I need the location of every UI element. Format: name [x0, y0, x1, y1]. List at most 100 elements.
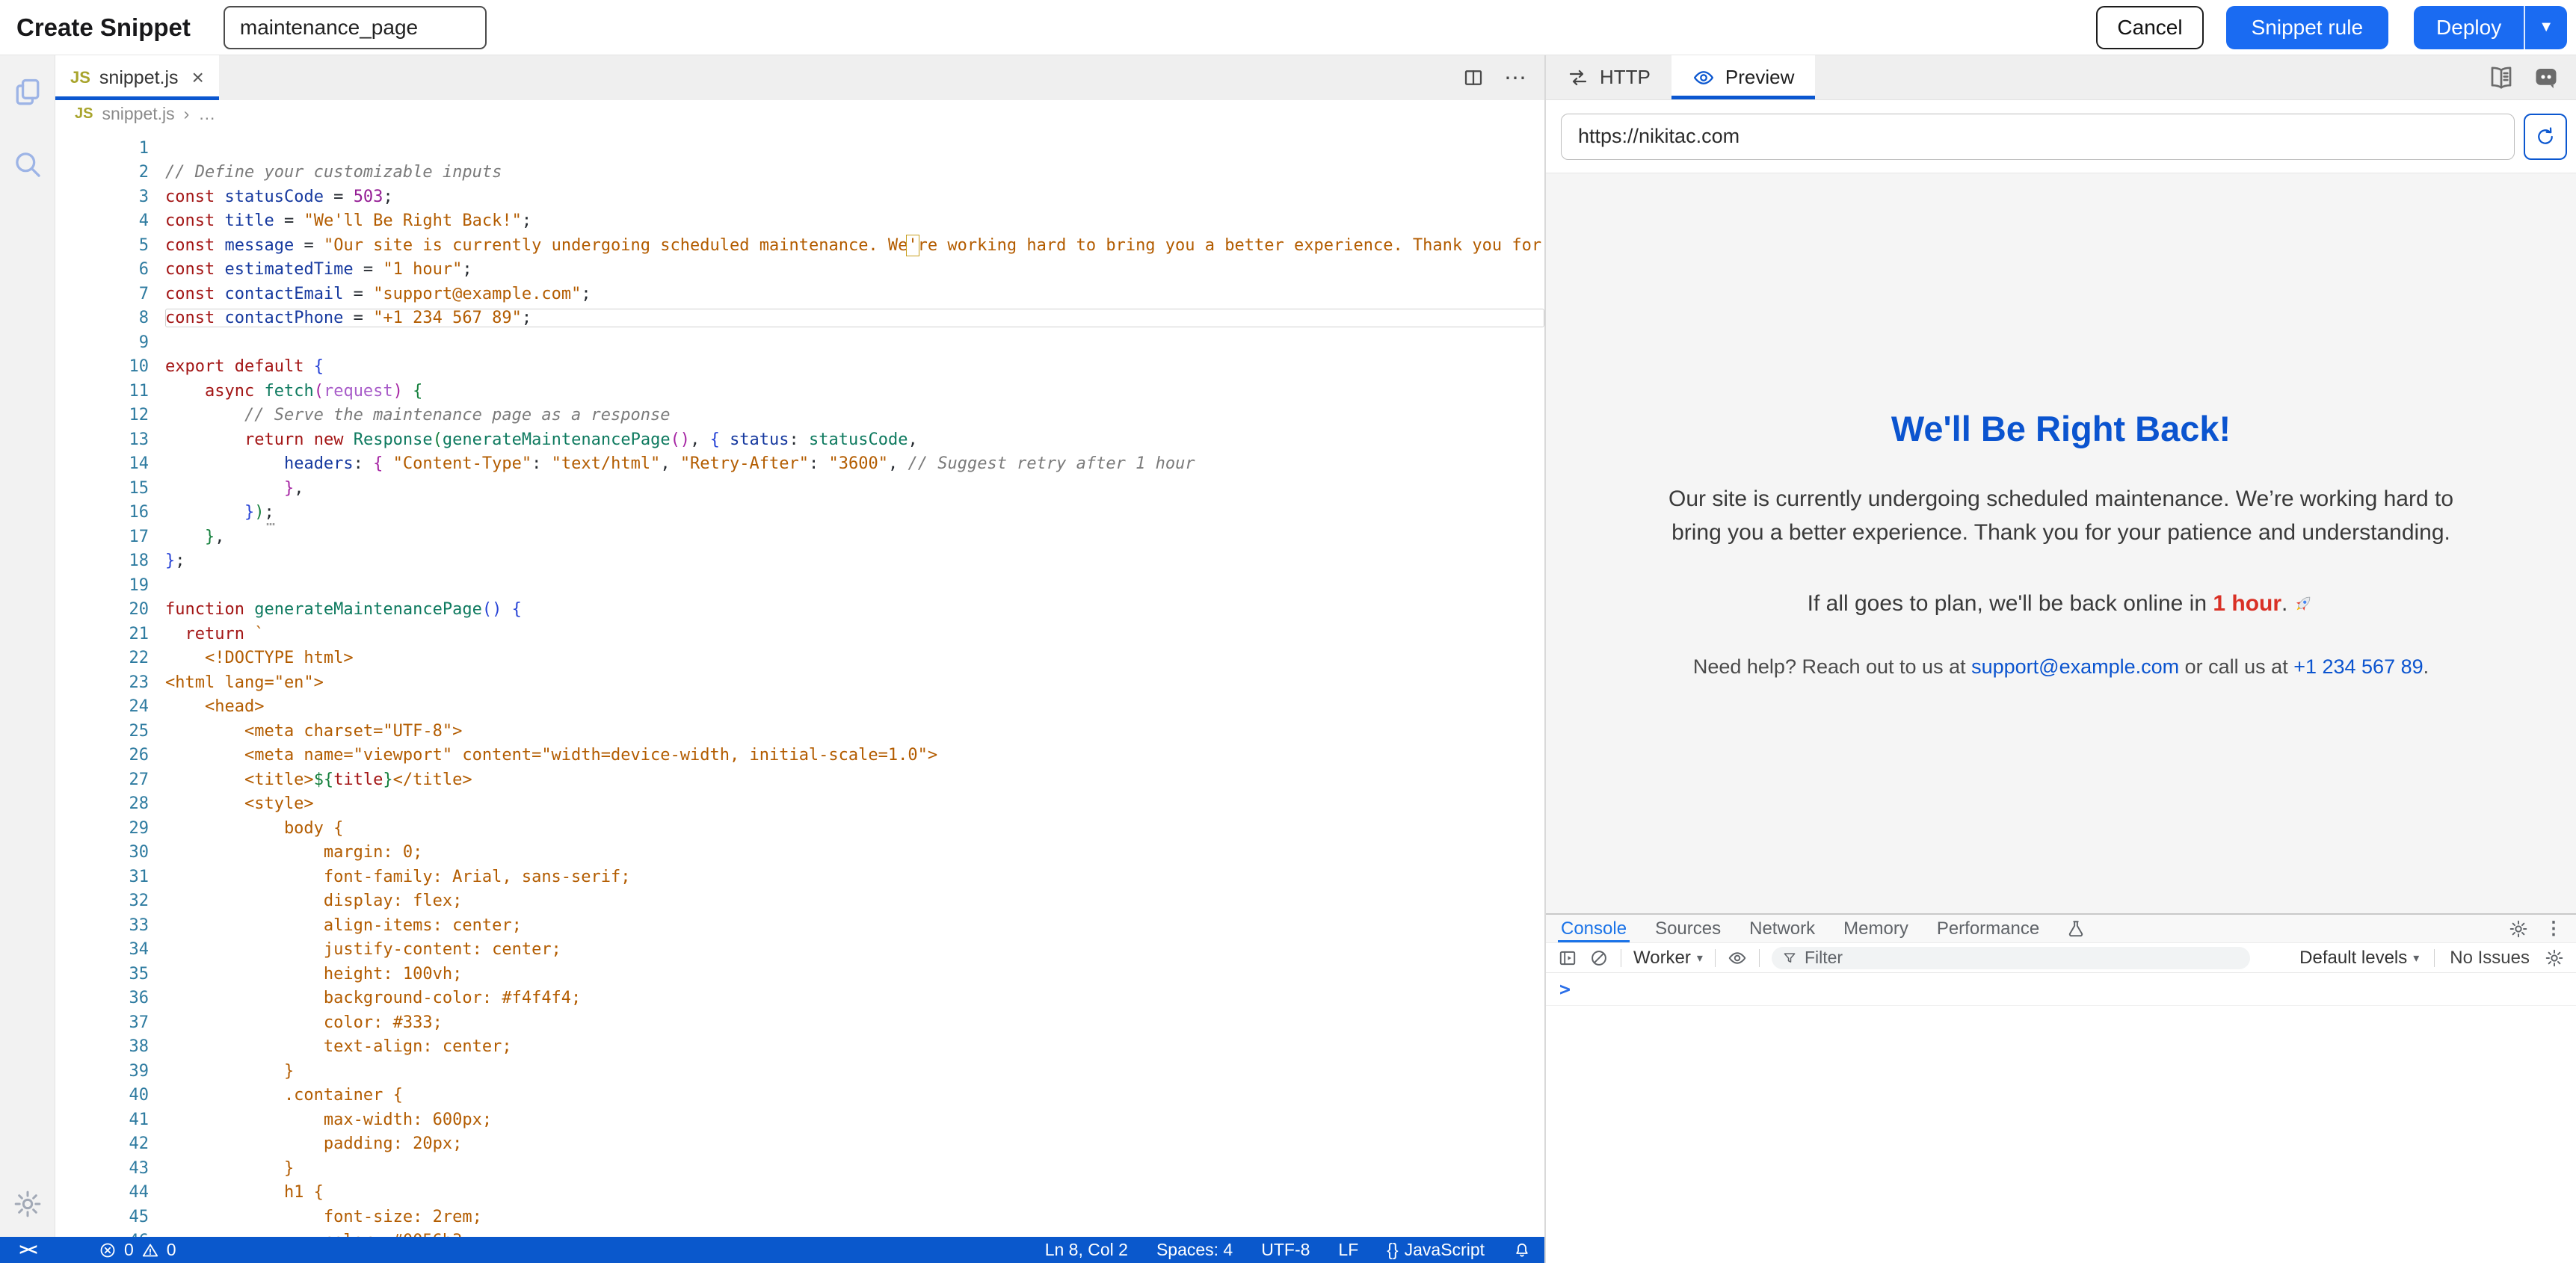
line-number: 12: [55, 406, 149, 424]
code-line[interactable]: 3const statusCode = 503;: [55, 185, 1544, 209]
code-line[interactable]: 40 .container {: [55, 1084, 1544, 1108]
code-line[interactable]: 22 <!DOCTYPE html>: [55, 646, 1544, 671]
code-line[interactable]: 24 <head>: [55, 695, 1544, 720]
code-line[interactable]: 4const title = "We'll Be Right Back!";: [55, 209, 1544, 234]
code-line[interactable]: 41 max-width: 600px;: [55, 1108, 1544, 1132]
console-settings-gear-icon[interactable]: [2545, 948, 2564, 968]
problems-indicator[interactable]: 0 0: [99, 1240, 176, 1260]
breadcrumb[interactable]: JS snippet.js › …: [55, 100, 1544, 127]
devtools-tab-memory[interactable]: Memory: [1840, 915, 1911, 942]
chevron-down-icon: ▼: [2539, 19, 2554, 35]
code-line[interactable]: 20function generateMaintenancePage() {: [55, 598, 1544, 623]
code-line[interactable]: 46 color: #0056b3;: [55, 1229, 1544, 1238]
encoding-setting[interactable]: UTF-8: [1261, 1240, 1310, 1260]
live-expression-eye-icon[interactable]: [1728, 948, 1747, 968]
devtools-menu-icon[interactable]: ⋮: [2545, 918, 2563, 939]
code-line[interactable]: 8const contactPhone = "+1 234 567 89";: [55, 306, 1544, 331]
code-line[interactable]: 19: [55, 573, 1544, 598]
snippet-rule-button[interactable]: Snippet rule: [2226, 6, 2388, 49]
code-line[interactable]: 32 display: flex;: [55, 889, 1544, 914]
console-output[interactable]: >: [1546, 973, 2576, 1263]
console-prompt-row[interactable]: >: [1546, 973, 2576, 1006]
code-line[interactable]: 27 <title>${title}</title>: [55, 768, 1544, 792]
notifications-bell-icon[interactable]: [1513, 1241, 1531, 1259]
search-icon[interactable]: [11, 148, 44, 181]
issues-counter[interactable]: No Issues: [2450, 948, 2530, 969]
code-line[interactable]: 16 });: [55, 501, 1544, 525]
clear-console-icon[interactable]: [1589, 948, 1609, 968]
console-filter[interactable]: [1772, 947, 2250, 969]
filter-input[interactable]: [1805, 948, 2240, 968]
deploy-button[interactable]: Deploy: [2414, 6, 2524, 49]
code-line[interactable]: 18};: [55, 549, 1544, 574]
code-line[interactable]: 1: [55, 136, 1544, 161]
code-line[interactable]: 39 }: [55, 1059, 1544, 1084]
eol-setting[interactable]: LF: [1338, 1240, 1358, 1260]
code-line[interactable]: 28 <style>: [55, 792, 1544, 817]
code-line[interactable]: 7const contactEmail = "support@example.c…: [55, 282, 1544, 306]
context-selector[interactable]: Worker▾: [1633, 948, 1703, 969]
code-line[interactable]: 30 margin: 0;: [55, 841, 1544, 865]
code-line[interactable]: 25 <meta charset="UTF-8">: [55, 719, 1544, 744]
cancel-button[interactable]: Cancel: [2096, 6, 2203, 49]
code-line[interactable]: 17 },: [55, 525, 1544, 549]
code-line[interactable]: 42 padding: 20px;: [55, 1132, 1544, 1157]
console-sidebar-toggle-icon[interactable]: [1558, 948, 1577, 968]
tab-http[interactable]: HTTP: [1546, 55, 1671, 99]
snippet-name-input[interactable]: [224, 6, 487, 49]
code-line[interactable]: 33 align-items: center;: [55, 913, 1544, 938]
code-line[interactable]: 11 async fetch(request) {: [55, 379, 1544, 404]
code-line[interactable]: 29 body {: [55, 816, 1544, 841]
code-line[interactable]: 23<html lang="en">: [55, 670, 1544, 695]
tab-preview[interactable]: Preview: [1671, 55, 1815, 99]
close-icon[interactable]: ×: [192, 66, 204, 90]
language-mode[interactable]: {}JavaScript: [1387, 1240, 1485, 1260]
code-line[interactable]: 9: [55, 330, 1544, 355]
refresh-button[interactable]: [2524, 114, 2567, 160]
docs-book-icon[interactable]: [2488, 64, 2515, 91]
code-line[interactable]: 21 return `: [55, 622, 1544, 646]
phone-link[interactable]: +1 234 567 89: [2293, 655, 2423, 678]
code-line[interactable]: 45 font-size: 2rem;: [55, 1205, 1544, 1229]
discord-icon[interactable]: [2533, 64, 2560, 91]
url-input[interactable]: [1561, 114, 2515, 160]
devtools-tab-network[interactable]: Network: [1746, 915, 1818, 942]
code-line[interactable]: 35 height: 100vh;: [55, 962, 1544, 986]
split-editor-icon[interactable]: [1462, 67, 1485, 89]
deploy-dropdown-button[interactable]: ▼: [2524, 6, 2567, 49]
more-actions-icon[interactable]: ⋯: [1504, 65, 1528, 91]
code-line[interactable]: 12 // Serve the maintenance page as a re…: [55, 404, 1544, 428]
line-number: 5: [55, 236, 149, 255]
tab-snippet-js[interactable]: JS snippet.js ×: [55, 55, 219, 100]
cursor-position[interactable]: Ln 8, Col 2: [1045, 1240, 1128, 1260]
indentation-setting[interactable]: Spaces: 4: [1156, 1240, 1233, 1260]
remote-indicator-icon[interactable]: ><: [0, 1241, 55, 1259]
code-line[interactable]: 14 headers: { "Content-Type": "text/html…: [55, 452, 1544, 477]
code-line[interactable]: 5const message = "Our site is currently …: [55, 233, 1544, 258]
support-email-link[interactable]: support@example.com: [1971, 655, 2179, 678]
devtools-tab-console[interactable]: Console: [1558, 915, 1630, 942]
code-line[interactable]: 36 background-color: #f4f4f4;: [55, 986, 1544, 1011]
code-line[interactable]: 6const estimatedTime = "1 hour";: [55, 258, 1544, 282]
code-line[interactable]: 37 color: #333;: [55, 1010, 1544, 1035]
devtools-settings-gear-icon[interactable]: [2509, 919, 2528, 939]
devtools-tab-performance[interactable]: Performance: [1934, 915, 2042, 942]
log-levels-selector[interactable]: Default levels▾: [2299, 948, 2419, 969]
code-line[interactable]: 10export default {: [55, 355, 1544, 380]
line-number: 7: [55, 285, 149, 303]
code-line[interactable]: 38 text-align: center;: [55, 1035, 1544, 1060]
experiments-flask-icon[interactable]: [2066, 919, 2086, 939]
code-line[interactable]: 44 h1 {: [55, 1181, 1544, 1205]
line-number: 24: [55, 697, 149, 716]
code-line[interactable]: 34 justify-content: center;: [55, 938, 1544, 963]
code-line[interactable]: 43 }: [55, 1156, 1544, 1181]
settings-gear-icon[interactable]: [13, 1189, 43, 1219]
code-line[interactable]: 13 return new Response(generateMaintenan…: [55, 427, 1544, 452]
code-line[interactable]: 26 <meta name="viewport" content="width=…: [55, 744, 1544, 768]
code-line[interactable]: 31 font-family: Arial, sans-serif;: [55, 865, 1544, 889]
code-line[interactable]: 15 },: [55, 476, 1544, 501]
code-line[interactable]: 2// Define your customizable inputs: [55, 161, 1544, 185]
files-icon[interactable]: [11, 76, 44, 109]
code-editor[interactable]: 12// Define your customizable inputs3con…: [55, 127, 1544, 1237]
devtools-tab-sources[interactable]: Sources: [1652, 915, 1724, 942]
